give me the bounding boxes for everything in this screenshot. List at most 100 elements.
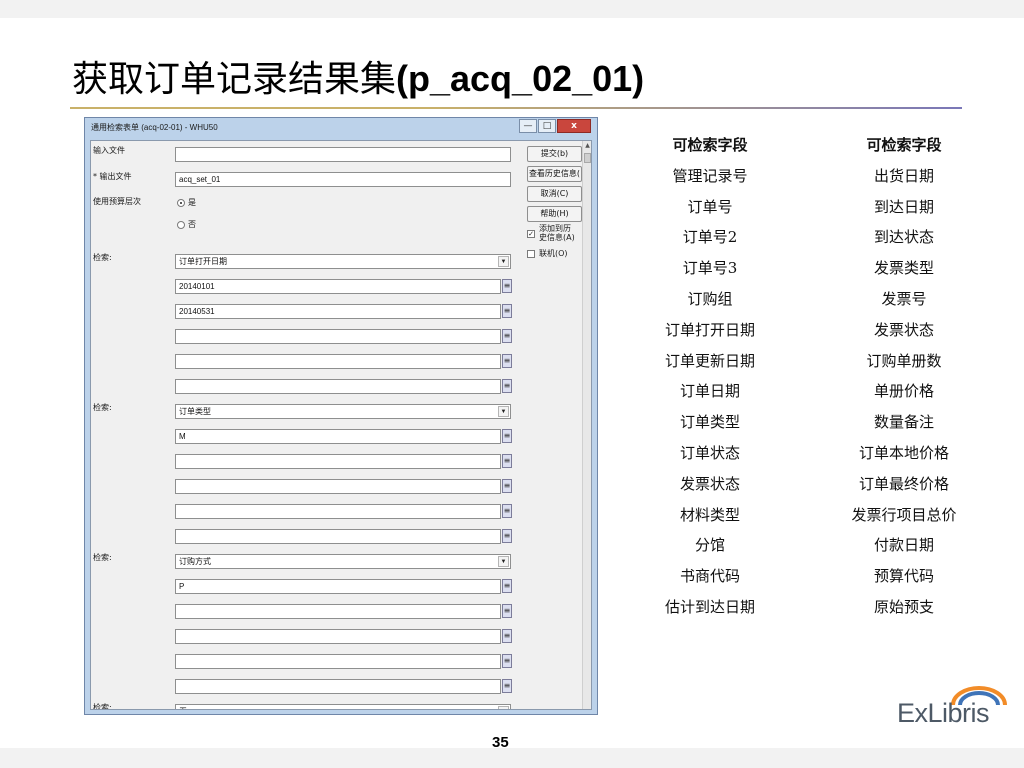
online-checkbox[interactable] bbox=[527, 250, 535, 258]
field-name-cell: 到达日期 bbox=[873, 197, 934, 216]
search-form-window: 通用检索表单 (acq-02-01) - WHU50 — □ x 输入文件 * … bbox=[84, 117, 598, 715]
add-history-label-line1: 添加到历 bbox=[539, 224, 571, 233]
slide-title-code: (p_acq_02_01) bbox=[396, 58, 645, 99]
search-value-field[interactable] bbox=[175, 604, 501, 619]
search-value-field[interactable] bbox=[175, 454, 501, 469]
field-name-cell: 订单最终价格 bbox=[858, 474, 949, 493]
search-value-field[interactable]: 20140101 bbox=[175, 279, 501, 294]
output-file-field[interactable]: acq_set_01 bbox=[175, 172, 511, 187]
search-value-field[interactable] bbox=[175, 629, 501, 644]
window-title: 通用检索表单 (acq-02-01) - WHU50 bbox=[91, 123, 218, 132]
value-picker-icon[interactable]: ≡ bbox=[502, 504, 512, 518]
close-button[interactable]: x bbox=[557, 119, 591, 133]
top-band bbox=[0, 0, 1024, 18]
input-file-field[interactable] bbox=[175, 147, 511, 162]
slide-title-cn: 获取订单记录结果集 bbox=[72, 59, 397, 100]
field-name-cell: 数量备注 bbox=[873, 413, 934, 432]
value-picker-icon[interactable]: ≡ bbox=[502, 679, 512, 693]
field-name-cell: 原始预支 bbox=[873, 597, 934, 616]
field-name-cell: 订单类型 bbox=[679, 413, 740, 432]
scroll-thumb[interactable] bbox=[584, 153, 591, 163]
search-value-field[interactable]: M bbox=[175, 429, 501, 444]
help-button[interactable]: 帮助(H) bbox=[527, 206, 582, 222]
chevron-down-icon[interactable]: ▼ bbox=[498, 406, 509, 417]
online-label: 联机(O) bbox=[539, 249, 568, 258]
search-value-field[interactable] bbox=[175, 354, 501, 369]
value-picker-icon[interactable]: ≡ bbox=[502, 354, 512, 368]
page-number: 35 bbox=[492, 734, 509, 751]
field-name-cell: 单册价格 bbox=[873, 382, 934, 401]
field-name-cell: 出货日期 bbox=[873, 166, 934, 185]
field-name-cell: 付款日期 bbox=[873, 536, 934, 555]
field-name-cell: 预算代码 bbox=[873, 567, 934, 586]
value-picker-icon[interactable]: ≡ bbox=[502, 629, 512, 643]
bottom-band bbox=[0, 748, 1024, 768]
search-field-select[interactable]: 订单打开日期 ▼ bbox=[175, 254, 511, 269]
search-value-field[interactable]: 20140531 bbox=[175, 304, 501, 319]
cancel-button[interactable]: 取消(C) bbox=[527, 186, 582, 202]
maximize-button[interactable]: □ bbox=[538, 119, 556, 133]
radio-yes[interactable] bbox=[177, 199, 185, 207]
value-picker-icon[interactable]: ≡ bbox=[502, 479, 512, 493]
search-value-field[interactable] bbox=[175, 529, 501, 544]
value-picker-icon[interactable]: ≡ bbox=[502, 279, 512, 293]
search-value-field[interactable] bbox=[175, 654, 501, 669]
search-label: 检索: bbox=[93, 253, 112, 262]
column-header: 可检索字段 bbox=[672, 136, 748, 154]
value-picker-icon[interactable]: ≡ bbox=[502, 604, 512, 618]
search-field-select[interactable]: 无▼ bbox=[175, 704, 511, 709]
value-picker-icon[interactable]: ≡ bbox=[502, 304, 512, 318]
search-field-select[interactable]: 订单类型 ▼ bbox=[175, 404, 511, 419]
search-field-select[interactable]: 订购方式 ▼ bbox=[175, 554, 511, 569]
radio-no[interactable] bbox=[177, 221, 185, 229]
fields-column-right: 可检索字段 出货日期 到达日期 到达状态 发票类型 发票号 发票状态 订购单册数 单册价格 数量… bbox=[814, 130, 994, 623]
chevron-down-icon[interactable]: ▼ bbox=[498, 256, 509, 267]
value-picker-icon[interactable]: ≡ bbox=[502, 329, 512, 343]
field-name-cell: 订单打开日期 bbox=[664, 320, 755, 339]
field-name-cell: 发票类型 bbox=[873, 259, 934, 278]
field-name-cell: 发票状态 bbox=[873, 320, 934, 339]
radio-yes-label: 是 bbox=[188, 198, 196, 207]
field-name-cell: 发票号 bbox=[881, 289, 927, 308]
title-rule bbox=[70, 107, 962, 109]
search-value-field[interactable] bbox=[175, 329, 501, 344]
value-picker-icon[interactable]: ≡ bbox=[502, 654, 512, 668]
fields-column-left: 可检索字段 管理记录号 订单号 订单号2 订单号3 订购组 订单打开日期 订单更新日期 订单日… bbox=[620, 130, 800, 623]
logo-text: ExLibris bbox=[897, 698, 990, 728]
add-history-label: 添加到历 史信息(A) bbox=[539, 224, 575, 242]
field-name-cell: 订单本地价格 bbox=[858, 443, 949, 462]
scroll-up-icon[interactable]: ▲ bbox=[583, 141, 591, 151]
field-name-cell: 订单日期 bbox=[679, 382, 740, 401]
search-value-field[interactable]: P bbox=[175, 579, 501, 594]
value-picker-icon[interactable]: ≡ bbox=[502, 429, 512, 443]
value-picker-icon[interactable]: ≡ bbox=[502, 454, 512, 468]
field-name-cell: 书商代码 bbox=[679, 567, 740, 586]
search-label: 检索: bbox=[93, 553, 112, 562]
value-picker-icon[interactable]: ≡ bbox=[502, 529, 512, 543]
search-field-select-value: 订购方式 bbox=[179, 557, 211, 566]
output-file-label: * 输出文件 bbox=[93, 172, 132, 181]
window-controls: — □ x bbox=[519, 119, 591, 133]
search-value-field[interactable] bbox=[175, 379, 501, 394]
search-label: 检索: bbox=[93, 703, 112, 710]
chevron-down-icon[interactable]: ▼ bbox=[498, 556, 509, 567]
value-picker-icon[interactable]: ≡ bbox=[502, 579, 512, 593]
field-name-cell: 订单状态 bbox=[679, 443, 740, 462]
form-scrollbar[interactable]: ▲ bbox=[582, 141, 591, 709]
slide-title: 获取订单记录结果集(p_acq_02_01) bbox=[72, 50, 644, 102]
view-history-button[interactable]: 查看历史信息( bbox=[527, 166, 582, 182]
value-picker-icon[interactable]: ≡ bbox=[502, 379, 512, 393]
field-name-cell: 订单号3 bbox=[682, 259, 738, 278]
search-value-field[interactable] bbox=[175, 504, 501, 519]
search-label: 检索: bbox=[93, 403, 112, 412]
field-name-cell: 分馆 bbox=[694, 536, 725, 555]
search-field-select-value: 订单打开日期 bbox=[179, 257, 227, 266]
field-name-cell: 管理记录号 bbox=[672, 166, 748, 185]
chevron-down-icon[interactable]: ▼ bbox=[498, 706, 509, 709]
submit-button[interactable]: 提交(b) bbox=[527, 146, 582, 162]
minimize-button[interactable]: — bbox=[519, 119, 537, 133]
add-history-checkbox[interactable]: ✓ bbox=[527, 230, 535, 238]
search-value-field[interactable] bbox=[175, 479, 501, 494]
search-value-field[interactable] bbox=[175, 679, 501, 694]
search-field-select-value: 订单类型 bbox=[179, 407, 211, 416]
